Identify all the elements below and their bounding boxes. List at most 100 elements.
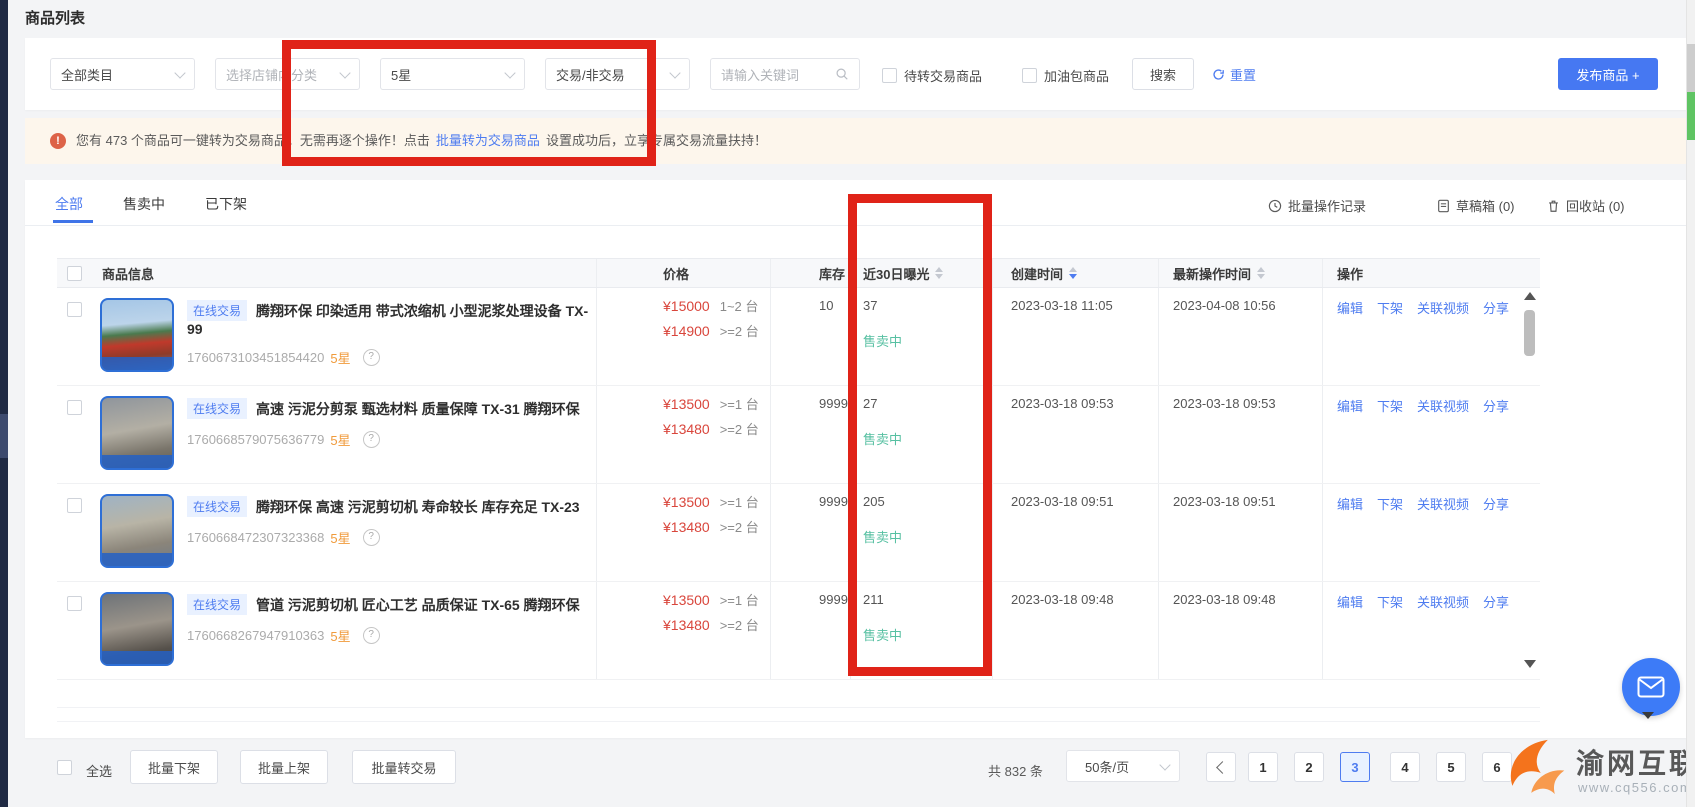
chevron-down-icon: [504, 67, 515, 78]
help-icon[interactable]: [363, 627, 380, 644]
shop-category-select[interactable]: 选择店铺内分类: [215, 58, 360, 90]
batch-trade-button[interactable]: 批量转交易: [352, 750, 456, 784]
star-level-value: 5星: [391, 65, 411, 84]
search-button-label: 搜索: [1150, 65, 1176, 84]
header-price: 价格: [663, 264, 689, 283]
prev-page-button[interactable]: [1206, 752, 1236, 782]
sort-icon[interactable]: [1257, 267, 1265, 279]
exposure-value: 27: [863, 396, 992, 411]
tab-off-shelf[interactable]: 已下架: [205, 194, 247, 214]
help-icon[interactable]: [363, 349, 380, 366]
collapsed-sidebar: [0, 0, 8, 807]
header-created: 创建时间: [1011, 264, 1063, 283]
help-icon[interactable]: [363, 431, 380, 448]
star-rating: 5星: [330, 528, 350, 547]
row-checkbox[interactable]: [67, 302, 82, 317]
page-button-1[interactable]: 1: [1248, 752, 1278, 782]
publish-button-label: 发布商品 +: [1576, 65, 1639, 84]
product-title[interactable]: 高速 污泥分剪泵 甄选材料 质量保障 TX-31 腾翔环保: [256, 401, 580, 417]
category-select[interactable]: 全部类目: [50, 58, 195, 90]
star-level-select[interactable]: 5星: [380, 58, 525, 90]
related-video-link[interactable]: 关联视频: [1417, 399, 1469, 414]
price-qty: >=1 台: [720, 593, 759, 608]
scroll-up-icon[interactable]: [1524, 292, 1536, 300]
product-image[interactable]: [100, 298, 174, 372]
updated-time: 2023-03-18 09:53: [1173, 396, 1276, 411]
search-button[interactable]: 搜索: [1132, 58, 1194, 90]
table-row: 在线交易腾翔环保 高速 污泥剪切机 寿命较长 库存充足 TX-23 176066…: [57, 484, 1540, 582]
off-shelf-link[interactable]: 下架: [1377, 301, 1403, 316]
sort-icon[interactable]: [1069, 267, 1077, 279]
row-checkbox[interactable]: [67, 596, 82, 611]
share-link[interactable]: 分享: [1483, 399, 1509, 414]
pending-trade-filter[interactable]: 待转交易商品: [882, 66, 982, 85]
stock-value: 9999: [819, 592, 848, 607]
pending-trade-checkbox[interactable]: [882, 68, 897, 83]
chat-button[interactable]: [1622, 658, 1680, 716]
price-qty: 1~2 台: [720, 299, 759, 314]
status-label: 售卖中: [863, 429, 992, 448]
related-video-link[interactable]: 关联视频: [1417, 301, 1469, 316]
batch-records-link[interactable]: 批量操作记录: [1268, 196, 1366, 215]
product-title[interactable]: 腾翔环保 高速 污泥剪切机 寿命较长 库存充足 TX-23: [256, 499, 580, 515]
product-image[interactable]: [100, 592, 174, 666]
edit-link[interactable]: 编辑: [1337, 595, 1363, 610]
tab-selling[interactable]: 售卖中: [123, 194, 165, 214]
price: ¥13500: [663, 592, 710, 608]
share-link[interactable]: 分享: [1483, 595, 1509, 610]
page-button-2[interactable]: 2: [1294, 752, 1324, 782]
share-link[interactable]: 分享: [1483, 301, 1509, 316]
page-button-4[interactable]: 4: [1390, 752, 1420, 782]
sort-icon[interactable]: [935, 267, 943, 279]
tab-all[interactable]: 全部: [55, 194, 83, 214]
scrollbar-thumb[interactable]: [1687, 44, 1695, 92]
row-checkbox[interactable]: [67, 498, 82, 513]
table-row: 在线交易腾翔环保 印染适用 带式浓缩机 小型泥浆处理设备 TX-99 17606…: [57, 288, 1540, 386]
drafts-label: 草稿箱 (0): [1456, 196, 1515, 215]
product-title[interactable]: 腾翔环保 印染适用 带式浓缩机 小型泥浆处理设备 TX-99: [187, 303, 588, 337]
reset-button[interactable]: 重置: [1212, 65, 1256, 84]
page-scrollbar[interactable]: [1686, 0, 1695, 807]
page-button-3-active[interactable]: 3: [1340, 752, 1370, 782]
product-image[interactable]: [100, 494, 174, 568]
caret-down-icon[interactable]: [1642, 712, 1654, 719]
batch-on-shelf-button[interactable]: 批量上架: [240, 750, 328, 784]
star-rating: 5星: [330, 430, 350, 449]
off-shelf-link[interactable]: 下架: [1377, 399, 1403, 414]
scroll-down-icon[interactable]: [1524, 660, 1536, 668]
fuel-pack-filter[interactable]: 加油包商品: [1022, 66, 1109, 85]
edit-link[interactable]: 编辑: [1337, 497, 1363, 512]
row-checkbox[interactable]: [67, 400, 82, 415]
batch-convert-link[interactable]: 批量转为交易商品: [436, 133, 540, 148]
page-button-5[interactable]: 5: [1436, 752, 1466, 782]
footer-select-all-checkbox[interactable]: [57, 760, 72, 775]
fuel-pack-checkbox[interactable]: [1022, 68, 1037, 83]
online-trade-tag: 在线交易: [187, 594, 247, 615]
batch-off-shelf-button[interactable]: 批量下架: [130, 750, 218, 784]
product-title[interactable]: 管道 污泥剪切机 匠心工艺 品质保证 TX-65 腾翔环保: [256, 597, 580, 613]
trade-type-select[interactable]: 交易/非交易: [545, 58, 690, 90]
edit-link[interactable]: 编辑: [1337, 399, 1363, 414]
trash-icon: [1547, 199, 1560, 213]
off-shelf-link[interactable]: 下架: [1377, 595, 1403, 610]
select-all-checkbox[interactable]: [67, 266, 82, 281]
page-size-select[interactable]: 50条/页: [1066, 750, 1180, 782]
fuel-pack-label: 加油包商品: [1044, 66, 1109, 85]
shop-category-placeholder: 选择店铺内分类: [226, 65, 317, 84]
created-time: 2023-03-18 09:51: [1011, 494, 1114, 509]
price-qty: >=1 台: [720, 495, 759, 510]
help-icon[interactable]: [363, 529, 380, 546]
keyword-input[interactable]: 请输入关键词: [710, 58, 860, 90]
related-video-link[interactable]: 关联视频: [1417, 497, 1469, 512]
total-count: 共 832 条: [988, 761, 1043, 780]
related-video-link[interactable]: 关联视频: [1417, 595, 1469, 610]
share-link[interactable]: 分享: [1483, 497, 1509, 512]
table-scrollbar-thumb[interactable]: [1524, 310, 1535, 356]
edit-link[interactable]: 编辑: [1337, 301, 1363, 316]
chevron-left-icon: [1216, 761, 1229, 774]
recycle-link[interactable]: 回收站 (0): [1547, 196, 1625, 215]
publish-product-button[interactable]: 发布商品 +: [1558, 58, 1658, 90]
drafts-link[interactable]: 草稿箱 (0): [1437, 196, 1515, 215]
off-shelf-link[interactable]: 下架: [1377, 497, 1403, 512]
product-image[interactable]: [100, 396, 174, 470]
